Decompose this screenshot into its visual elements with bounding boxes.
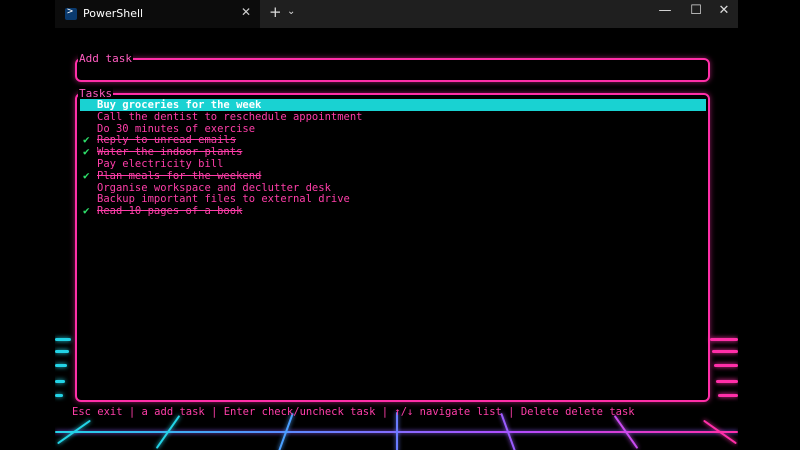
task-item[interactable]: Pay electricity bill bbox=[80, 158, 706, 170]
tab-powershell[interactable]: PowerShell ✕ bbox=[55, 0, 260, 28]
checkmark-icon: ✔ bbox=[83, 204, 90, 218]
task-item[interactable]: ✔ Reply to unread emails bbox=[80, 134, 706, 147]
task-label: Plan meals for the weekend bbox=[97, 169, 262, 182]
task-label: Read 10 pages of a book bbox=[97, 205, 243, 218]
task-item[interactable]: Organise workspace and declutter desk bbox=[80, 182, 706, 194]
new-tab-button[interactable]: + bbox=[269, 3, 282, 21]
task-list[interactable]: Tasks Buy groceries for the week Call the… bbox=[75, 87, 710, 402]
task-item[interactable]: Backup important files to external drive bbox=[80, 193, 706, 205]
neon-bar bbox=[55, 350, 69, 353]
neon-bar bbox=[55, 380, 65, 383]
neon-bar bbox=[710, 338, 738, 341]
neon-bar bbox=[714, 364, 738, 367]
tab-title: PowerShell bbox=[83, 7, 144, 20]
task-label: Buy groceries for the week bbox=[97, 99, 262, 111]
minimize-button[interactable]: — bbox=[655, 3, 675, 18]
checkmark-icon: ✔ bbox=[83, 145, 90, 159]
task-label: Backup important files to external drive bbox=[97, 193, 350, 206]
add-task-input[interactable]: Add task bbox=[75, 52, 710, 82]
neon-bar bbox=[55, 338, 71, 341]
powershell-icon bbox=[65, 6, 77, 20]
neon-bar bbox=[718, 394, 738, 397]
checkmark-icon: ✔ bbox=[83, 168, 90, 182]
task-item[interactable]: Call the dentist to reschedule appointme… bbox=[80, 111, 706, 123]
neon-bar bbox=[55, 364, 67, 367]
maximize-button[interactable]: ☐ bbox=[686, 3, 706, 18]
task-item[interactable]: Do 30 minutes of exercise bbox=[80, 123, 706, 135]
title-bar: PowerShell ✕ + ⌄ — ☐ ✕ bbox=[55, 0, 738, 28]
task-item[interactable]: Buy groceries for the week bbox=[80, 99, 706, 111]
task-label: Pay electricity bill bbox=[97, 158, 224, 170]
tab-close-icon[interactable]: ✕ bbox=[241, 5, 251, 19]
task-label: Call the dentist to reschedule appointme… bbox=[97, 110, 363, 123]
task-item[interactable]: ✔ Read 10 pages of a book bbox=[80, 204, 706, 218]
close-button[interactable]: ✕ bbox=[714, 3, 734, 18]
keybinding-help: Esc exit | a add task | Enter check/unch… bbox=[72, 406, 635, 418]
task-item[interactable]: ✔ Water the indoor plants bbox=[80, 145, 706, 159]
add-task-title: Add task bbox=[78, 52, 133, 66]
neon-bar bbox=[716, 380, 738, 383]
terminal-viewport[interactable]: Add task Tasks Buy groceries for the wee… bbox=[55, 28, 738, 450]
terminal-window: PowerShell ✕ + ⌄ — ☐ ✕ bbox=[55, 0, 738, 450]
task-label: Organise workspace and declutter desk bbox=[97, 181, 331, 194]
neon-bar bbox=[712, 350, 738, 353]
chevron-down-icon[interactable]: ⌄ bbox=[287, 6, 295, 17]
neon-bar bbox=[55, 394, 63, 397]
task-label: Do 30 minutes of exercise bbox=[97, 122, 256, 135]
task-item[interactable]: ✔ Plan meals for the weekend bbox=[80, 168, 706, 182]
task-label: Reply to unread emails bbox=[97, 134, 237, 147]
task-label: Water the indoor plants bbox=[97, 146, 243, 159]
